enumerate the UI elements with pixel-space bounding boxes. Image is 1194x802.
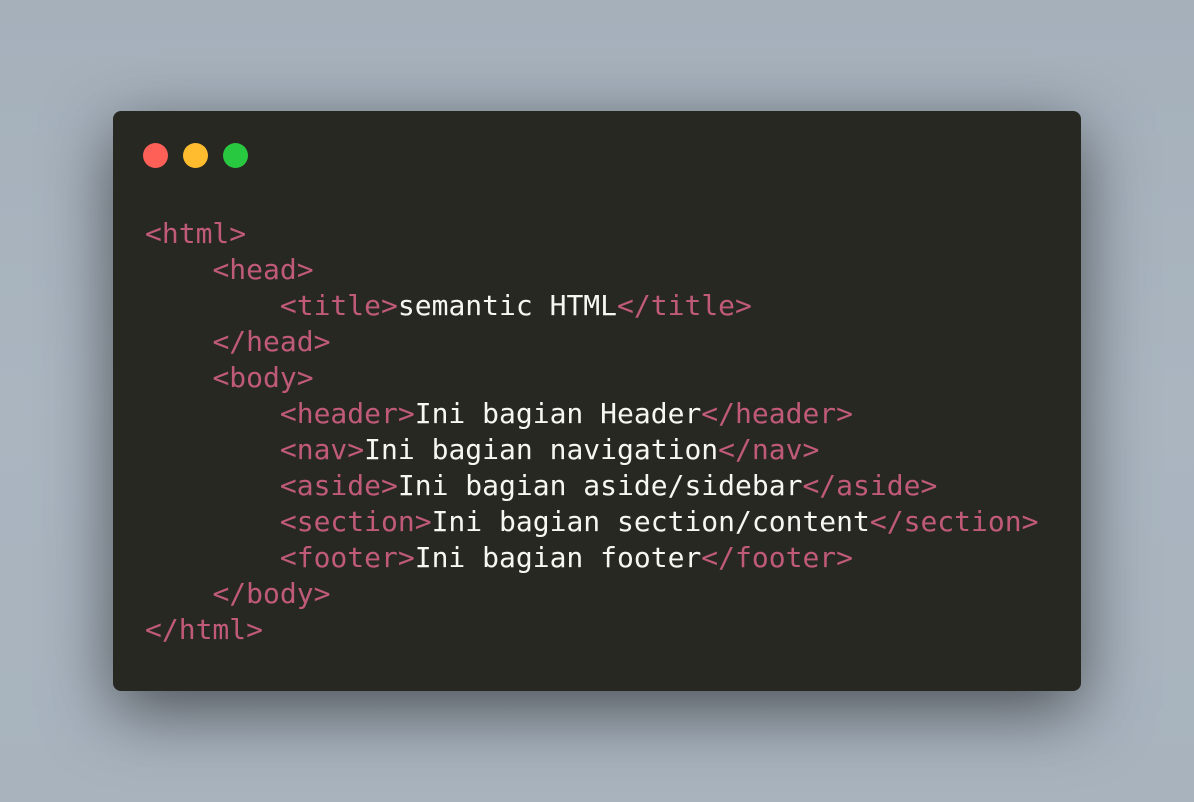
- code-line: <body>: [145, 360, 1038, 396]
- tag-section-open: <section>: [279, 505, 432, 538]
- nav-text: Ini bagian navigation: [364, 433, 719, 466]
- code-line: <html>: [145, 216, 1038, 252]
- title-text: semantic HTML: [397, 289, 618, 322]
- code-line: </head>: [145, 324, 1038, 360]
- tag-header-close: </header>: [701, 397, 854, 430]
- code-line: <aside>Ini bagian aside/sidebar</aside>: [145, 468, 1038, 504]
- close-button[interactable]: [143, 143, 168, 168]
- tag-title-close: </title>: [617, 289, 752, 322]
- tag-aside-close: </aside>: [802, 469, 938, 502]
- code-line: <title>semantic HTML</title>: [145, 288, 1038, 324]
- code-line: </body>: [145, 576, 1038, 612]
- minimize-button[interactable]: [183, 143, 208, 168]
- tag-body-open: <body>: [212, 361, 314, 394]
- tag-aside-open: <aside>: [279, 469, 398, 502]
- tag-html-close: </html>: [145, 613, 264, 646]
- tag-body-close: </body>: [212, 577, 331, 610]
- tag-nav-close: </nav>: [718, 433, 820, 466]
- code-line: </html>: [145, 612, 1038, 648]
- tag-nav-open: <nav>: [279, 433, 365, 466]
- tag-title-open: <title>: [279, 289, 398, 322]
- window-controls: [143, 143, 248, 168]
- tag-head-open: <head>: [212, 253, 314, 286]
- zoom-button[interactable]: [223, 143, 248, 168]
- aside-text: Ini bagian aside/sidebar: [397, 469, 803, 502]
- code-line: <header>Ini bagian Header</header>: [145, 396, 1038, 432]
- tag-head-close: </head>: [212, 325, 331, 358]
- tag-section-close: </section>: [869, 505, 1039, 538]
- header-text: Ini bagian Header: [414, 397, 702, 430]
- tag-footer-close: </footer>: [701, 541, 854, 574]
- code-line: <footer>Ini bagian footer</footer>: [145, 540, 1038, 576]
- footer-text: Ini bagian footer: [414, 541, 702, 574]
- code-window: <html> <head> <title>semantic HTML</titl…: [113, 111, 1081, 691]
- code-line: <section>Ini bagian section/content</sec…: [145, 504, 1039, 540]
- tag-header-open: <header>: [279, 397, 415, 430]
- code-line: <head>: [145, 252, 1038, 288]
- code-block: <html> <head> <title>semantic HTML</titl…: [145, 216, 1038, 648]
- code-line: <nav>Ini bagian navigation</nav>: [145, 432, 1038, 468]
- tag-html-open: <html>: [145, 217, 247, 250]
- section-text: Ini bagian section/content: [431, 505, 870, 538]
- tag-footer-open: <footer>: [279, 541, 415, 574]
